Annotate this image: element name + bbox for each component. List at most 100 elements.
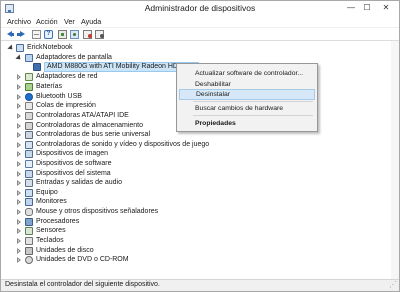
software-device-icon [25, 160, 33, 168]
back-arrow-icon[interactable] [6, 30, 15, 39]
tree-root[interactable]: ErickNotebook [8, 43, 128, 53]
collapse-arrow-icon[interactable] [16, 199, 22, 205]
tree-item-label: Baterías [36, 83, 63, 90]
tree-item-label: Monitores [36, 198, 67, 205]
minimize-button[interactable]: — [343, 2, 359, 14]
status-text: Desinstala el controlador del siguiente … [5, 281, 160, 288]
tree-item-mouse[interactable]: Mouse y otros dispositivos señaladores [16, 207, 176, 217]
help-icon[interactable]: ? [44, 30, 53, 39]
tree-item-ata-ide[interactable]: Controladoras ATA/ATAPI IDE [16, 111, 166, 121]
menu-separator [193, 101, 313, 102]
menu-item-desinstalar[interactable]: Desinstalar [179, 89, 315, 100]
collapse-arrow-icon[interactable] [16, 151, 22, 157]
menu-accion[interactable]: Acción [36, 17, 58, 26]
tree-item-label: Unidades de DVD o CD-ROM [36, 256, 129, 263]
tree-item-imagen[interactable]: Dispositivos de imagen [16, 149, 156, 159]
close-button[interactable]: ✕ [375, 2, 397, 14]
window-title: Administrador de dispositivos [144, 3, 256, 13]
resize-grip-icon[interactable] [389, 280, 397, 290]
tree-item-label: Entradas y salidas de audio [36, 179, 122, 186]
collapse-arrow-icon[interactable] [16, 123, 22, 129]
ide-controller-icon [25, 112, 33, 120]
tree-item-label: Mouse y otros dispositivos señaladores [36, 208, 159, 215]
tree-item-colas-impresion[interactable]: Colas de impresión [16, 101, 156, 111]
forward-arrow-icon[interactable] [17, 30, 26, 39]
menu-item-actualizar-software[interactable]: Actualizar software de controlador... [179, 68, 315, 79]
display-adapter-icon [25, 54, 33, 62]
tree-item-monitores[interactable]: Monitores [16, 197, 156, 207]
network-adapter-icon [25, 73, 33, 81]
collapse-arrow-icon[interactable] [16, 209, 22, 215]
tree-item-teclados[interactable]: Teclados [16, 236, 156, 246]
collapse-arrow-icon[interactable] [16, 161, 22, 167]
computer-icon [25, 189, 33, 197]
menu-ver[interactable]: Ver [64, 17, 75, 26]
tree-item-label: Sensores [36, 227, 66, 234]
tree-item-amd-gpu[interactable]: AMD M880G with ATI Mobility Radeon HD 42… [33, 62, 199, 72]
tree-item-label: Controladoras de bus serie universal [36, 131, 151, 138]
tree-item-audio[interactable]: Entradas y salidas de audio [16, 178, 156, 188]
collapse-arrow-icon[interactable] [16, 219, 22, 225]
properties-icon[interactable] [58, 30, 67, 39]
audio-io-icon [25, 179, 33, 187]
monitor-icon [25, 198, 33, 206]
tree-item-label: Dispositivos de imagen [36, 150, 108, 157]
battery-icon [25, 83, 33, 91]
tree-item-adaptadores-red[interactable]: Adaptadores de red [16, 72, 156, 82]
tree-root-label: ErickNotebook [27, 44, 73, 51]
menu-item-buscar-cambios[interactable]: Buscar cambios de hardware [179, 103, 315, 114]
tree-item-label: Adaptadores de red [36, 73, 98, 80]
keyboard-icon [25, 237, 33, 245]
dvd-drive-icon [25, 256, 33, 264]
mouse-icon [25, 208, 33, 216]
collapse-arrow-icon[interactable] [16, 74, 22, 80]
maximize-button[interactable]: ☐ [359, 2, 375, 14]
disk-drive-icon [25, 247, 33, 255]
tree-item-bus-serie[interactable]: Controladoras de bus serie universal [16, 130, 186, 140]
uninstall-icon[interactable] [83, 30, 92, 39]
collapse-arrow-icon[interactable] [16, 132, 22, 138]
tree-item-dvd[interactable]: Unidades de DVD o CD-ROM [16, 255, 156, 265]
menu-archivo[interactable]: Archivo [7, 17, 31, 26]
device-manager-window: Administrador de dispositivos — ☐ ✕ Arch… [0, 0, 400, 292]
collapse-arrow-icon[interactable] [16, 180, 22, 186]
menu-ayuda[interactable]: Ayuda [81, 17, 101, 26]
collapse-arrow-icon[interactable] [16, 190, 22, 196]
expand-arrow-icon[interactable] [8, 45, 14, 51]
tree-item-baterias[interactable]: Baterías [16, 82, 156, 92]
computer-icon [16, 44, 24, 52]
menu-separator [193, 115, 313, 116]
collapse-arrow-icon[interactable] [16, 142, 22, 148]
collapse-arrow-icon[interactable] [16, 238, 22, 244]
toolbar: ? [1, 28, 399, 41]
collapse-arrow-icon[interactable] [16, 171, 22, 177]
collapse-arrow-icon[interactable] [16, 84, 22, 90]
collapse-arrow-icon[interactable] [16, 228, 22, 234]
system-device-icon [25, 170, 33, 178]
device-grid-icon[interactable] [32, 30, 41, 39]
print-queue-icon [25, 102, 33, 110]
expand-arrow-icon[interactable] [16, 55, 22, 61]
storage-controller-icon [25, 122, 33, 130]
bluetooth-icon [25, 93, 33, 101]
processor-icon [25, 218, 33, 226]
menu-item-propiedades[interactable]: Propiedades [179, 118, 315, 129]
disable-icon[interactable] [95, 30, 104, 39]
menu-bar: Archivo Acción Ver Ayuda [1, 16, 399, 28]
usb-controller-icon [25, 131, 33, 139]
tree-item-label: Controladoras ATA/ATAPI IDE [36, 112, 129, 119]
collapse-arrow-icon[interactable] [16, 248, 22, 254]
gpu-icon [33, 63, 41, 71]
tree-item-software[interactable]: Dispositivos de software [16, 159, 156, 169]
title-bar[interactable]: Administrador de dispositivos — ☐ ✕ [1, 1, 399, 16]
collapse-arrow-icon[interactable] [16, 257, 22, 263]
status-bar: Desinstala el controlador del siguiente … [1, 279, 399, 291]
collapse-arrow-icon[interactable] [16, 94, 22, 100]
tree-item-label: Teclados [36, 237, 64, 244]
tree-item-sensores[interactable]: Sensores [16, 226, 156, 236]
scan-hardware-icon[interactable] [70, 30, 79, 39]
collapse-arrow-icon[interactable] [16, 103, 22, 109]
collapse-arrow-icon[interactable] [16, 113, 22, 119]
vertical-scrollbar[interactable] [391, 41, 399, 279]
tree-item-label: Colas de impresión [36, 102, 96, 109]
